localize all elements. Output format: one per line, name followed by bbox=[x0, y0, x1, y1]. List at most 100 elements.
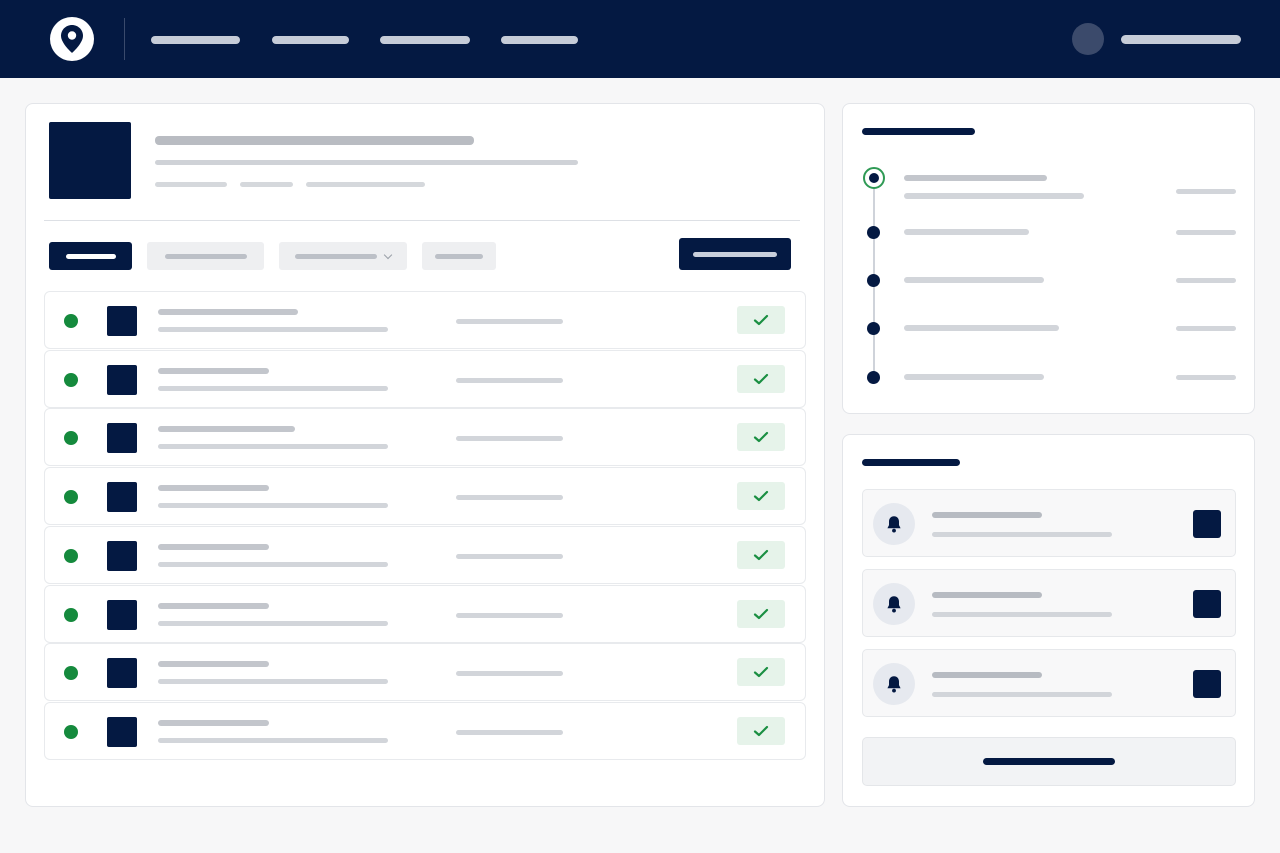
item-meta bbox=[456, 319, 563, 324]
check-icon bbox=[753, 549, 769, 560]
item-title bbox=[158, 661, 269, 668]
timeline-step-title bbox=[904, 277, 1044, 283]
alert-item[interactable] bbox=[862, 489, 1236, 557]
item-meta bbox=[456, 729, 563, 735]
bell-icon bbox=[887, 516, 901, 533]
tab-2-label bbox=[164, 253, 247, 259]
bell-icon-wrap bbox=[873, 503, 915, 545]
item-meta bbox=[456, 612, 563, 618]
check-icon bbox=[753, 373, 769, 384]
timeline-step-time bbox=[1176, 326, 1236, 331]
nav-link-2[interactable] bbox=[272, 36, 349, 44]
tab-3-label bbox=[295, 253, 377, 259]
status-badge bbox=[737, 423, 785, 452]
status-dot bbox=[64, 548, 78, 563]
user-name[interactable] bbox=[1121, 35, 1241, 44]
status-badge bbox=[737, 658, 785, 687]
alerts-card bbox=[842, 434, 1255, 807]
alert-action-button[interactable] bbox=[1193, 670, 1221, 698]
list-row[interactable] bbox=[44, 467, 806, 526]
alert-title bbox=[932, 512, 1042, 518]
bell-icon-wrap bbox=[873, 663, 915, 705]
bell-icon-wrap bbox=[873, 583, 915, 625]
list-row[interactable] bbox=[44, 349, 806, 408]
list-row[interactable] bbox=[44, 408, 806, 467]
view-all-button[interactable] bbox=[862, 737, 1236, 786]
timeline-step-time bbox=[1176, 278, 1236, 283]
item-subtitle bbox=[158, 620, 388, 626]
item-title bbox=[158, 719, 269, 726]
alert-item[interactable] bbox=[862, 569, 1236, 637]
item-thumbnail bbox=[107, 482, 137, 513]
status-badge bbox=[737, 306, 785, 334]
detail-subtitle bbox=[155, 160, 578, 165]
list-row[interactable] bbox=[44, 643, 806, 702]
alert-item[interactable] bbox=[862, 649, 1236, 717]
alert-title bbox=[932, 672, 1042, 678]
timeline-step-time bbox=[1176, 189, 1236, 194]
nav-link-1[interactable] bbox=[151, 36, 240, 44]
timeline-step-title bbox=[904, 325, 1059, 331]
brand-logo[interactable] bbox=[50, 17, 94, 61]
list-row[interactable] bbox=[44, 525, 806, 584]
nav-link-4[interactable] bbox=[501, 36, 578, 44]
check-icon bbox=[753, 667, 769, 678]
status-dot bbox=[64, 666, 78, 681]
item-subtitle bbox=[158, 385, 388, 391]
timeline-step-title bbox=[904, 175, 1047, 181]
tab-4[interactable] bbox=[422, 242, 496, 270]
list-row[interactable] bbox=[44, 584, 806, 643]
item-title bbox=[158, 309, 298, 315]
top-navbar bbox=[0, 0, 1280, 78]
item-meta bbox=[456, 553, 563, 559]
item-thumbnail bbox=[107, 599, 137, 630]
item-title bbox=[158, 602, 269, 609]
avatar[interactable] bbox=[1072, 23, 1104, 55]
status-dot bbox=[64, 431, 78, 446]
tab-1[interactable] bbox=[49, 242, 132, 270]
status-badge bbox=[737, 540, 785, 569]
status-badge bbox=[737, 364, 785, 393]
detail-meta-3 bbox=[306, 182, 425, 187]
status-dot bbox=[64, 490, 78, 505]
hero-thumbnail bbox=[49, 122, 131, 199]
tab-2[interactable] bbox=[147, 242, 264, 270]
item-title bbox=[158, 543, 269, 550]
primary-action-label bbox=[693, 251, 777, 257]
nav-divider bbox=[124, 18, 125, 60]
bell-icon bbox=[887, 676, 901, 693]
item-meta bbox=[456, 495, 563, 501]
detail-meta-2 bbox=[240, 182, 293, 187]
alert-title bbox=[932, 592, 1042, 598]
timeline-step bbox=[867, 274, 880, 287]
status-dot bbox=[64, 314, 78, 328]
detail-title bbox=[155, 136, 474, 145]
item-meta bbox=[456, 671, 563, 677]
alert-action-button[interactable] bbox=[1193, 510, 1221, 538]
timeline-step-subtitle bbox=[904, 193, 1084, 199]
tab-3-dropdown[interactable] bbox=[279, 242, 407, 270]
nav-link-3[interactable] bbox=[380, 36, 470, 44]
item-title bbox=[158, 367, 269, 374]
alert-description bbox=[932, 692, 1112, 697]
status-badge bbox=[737, 716, 785, 745]
check-icon bbox=[753, 432, 769, 443]
item-subtitle bbox=[158, 503, 388, 509]
item-thumbnail bbox=[107, 306, 137, 336]
check-icon bbox=[753, 314, 769, 326]
timeline-step bbox=[867, 371, 880, 384]
alert-action-button[interactable] bbox=[1193, 590, 1221, 618]
tab-1-label bbox=[65, 253, 116, 259]
timeline-step bbox=[867, 226, 880, 239]
item-thumbnail bbox=[107, 540, 137, 571]
timeline-heading bbox=[862, 128, 975, 135]
item-subtitle bbox=[158, 327, 388, 332]
timeline-step bbox=[867, 322, 880, 335]
item-thumbnail bbox=[107, 423, 137, 454]
list-row[interactable] bbox=[44, 291, 806, 349]
status-dot bbox=[64, 724, 78, 739]
primary-action-button[interactable] bbox=[679, 238, 791, 270]
timeline-step-time bbox=[1176, 375, 1236, 380]
list-row[interactable] bbox=[44, 701, 806, 760]
tab-4-label bbox=[435, 253, 483, 259]
